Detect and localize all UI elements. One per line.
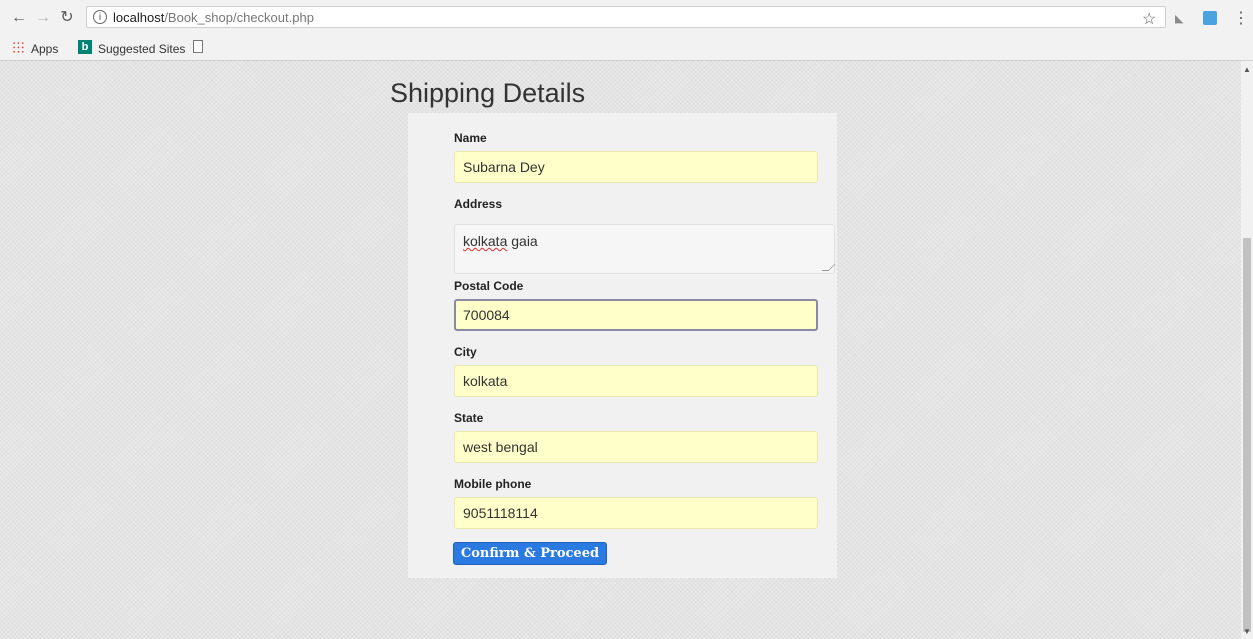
mobile-label: Mobile phone [454,477,532,491]
url-text: localhost/Book_shop/checkout.php [113,10,314,25]
name-input[interactable] [454,151,818,183]
shipping-form: Name Address kolkata gaia Postal Code Ci… [408,113,837,578]
bookmarks-bar: Apps b Suggested Sites [0,38,1253,61]
page-title: Shipping Details [390,78,586,108]
address-misspelled-word: kolkata [463,233,508,249]
postal-code-label: Postal Code [454,279,524,293]
address-textarea[interactable]: kolkata gaia [454,224,836,274]
bookmark-suggested-sites[interactable]: Suggested Sites [98,41,185,57]
forward-arrow-icon[interactable]: → [34,9,52,27]
scroll-down-arrow-icon[interactable]: ▼ [1243,627,1251,636]
page-body: Shipping Details Name Address kolkata ga… [0,61,1241,639]
reload-icon[interactable]: ↻ [58,9,76,27]
bookmark-apps[interactable]: Apps [31,41,58,57]
address-label: Address [454,197,503,211]
scroll-up-arrow-icon[interactable]: ▲ [1243,65,1251,74]
bing-icon[interactable]: b [78,40,92,54]
menu-dots-icon[interactable]: ⋮ [1233,8,1249,28]
extension-icon[interactable]: ◣ [1175,12,1183,25]
resize-handle-icon[interactable] [821,264,836,271]
scroll-thumb[interactable] [1243,238,1251,632]
city-input[interactable] [454,365,818,397]
state-label: State [454,411,484,425]
page-scrollbar[interactable]: ▲ ▼ [1241,61,1253,639]
address-text: gaia [507,233,538,249]
back-arrow-icon[interactable]: ← [10,9,28,27]
mobile-input[interactable] [454,497,818,529]
state-input[interactable] [454,431,818,463]
page-icon[interactable] [193,40,203,53]
confirm-proceed-button[interactable]: Confirm & Proceed [453,542,607,565]
info-icon[interactable]: i [93,10,107,24]
address-bar[interactable]: i localhost/Book_shop/checkout.php [86,6,1166,28]
apps-grid-icon[interactable] [12,41,25,54]
browser-toolbar: ← → ↻ i localhost/Book_shop/checkout.php… [0,0,1253,38]
postal-code-input[interactable] [454,299,818,331]
bookmark-star-icon[interactable]: ☆ [1142,9,1156,29]
analytics-extension-icon[interactable] [1203,11,1217,25]
city-label: City [454,345,477,359]
name-label: Name [454,131,487,145]
